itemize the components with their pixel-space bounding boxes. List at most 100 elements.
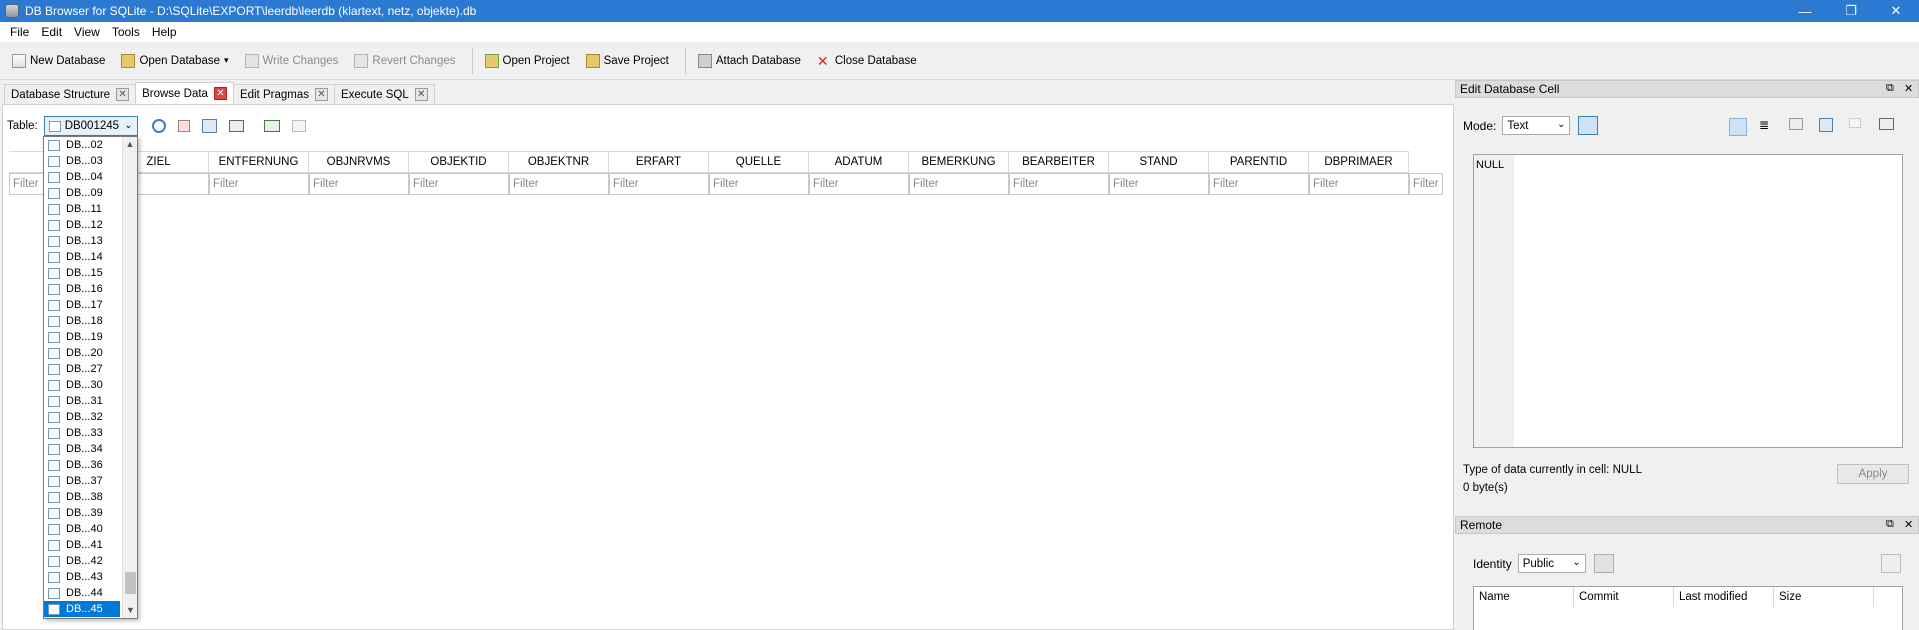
import-icon[interactable] <box>1789 118 1803 130</box>
table-dropdown-item[interactable]: DB...39 <box>44 505 120 521</box>
filter-input[interactable]: Filter <box>909 173 1009 195</box>
float-dock-icon[interactable]: ⧉ <box>1886 82 1894 95</box>
close-tab-icon[interactable]: ✕ <box>213 87 227 100</box>
new-database-button[interactable]: New Database <box>6 49 111 73</box>
remote-column-header[interactable]: Name <box>1474 587 1574 607</box>
identity-select[interactable]: Public ⌄ <box>1517 554 1586 573</box>
close-dock-icon[interactable]: ✕ <box>1904 82 1913 95</box>
close-tab-icon[interactable]: ✕ <box>414 88 428 101</box>
scrollbar-thumb[interactable] <box>125 572 136 594</box>
table-dropdown-item[interactable]: DB...27 <box>44 361 120 377</box>
table-dropdown-item[interactable]: DB...38 <box>44 489 120 505</box>
column-header[interactable]: ERFART <box>609 151 709 173</box>
float-dock-icon[interactable]: ⧉ <box>1886 518 1894 531</box>
menu-help[interactable]: Help <box>146 25 183 39</box>
minimize-button[interactable]: — <box>1782 0 1828 22</box>
table-dropdown-item[interactable]: DB...34 <box>44 441 120 457</box>
column-header[interactable]: PARENTID <box>1209 151 1309 173</box>
filter-input[interactable]: Filter <box>209 173 309 195</box>
column-header[interactable]: STAND <box>1109 151 1209 173</box>
table-dropdown-item[interactable]: DB...43 <box>44 569 120 585</box>
tab-execute-sql[interactable]: Execute SQL ✕ <box>333 84 435 104</box>
table-dropdown-item[interactable]: DB...41 <box>44 537 120 553</box>
table-dropdown-item[interactable]: DB...33 <box>44 425 120 441</box>
table-dropdown-item[interactable]: DB...11 <box>44 201 120 217</box>
save-project-button[interactable]: Save Project <box>580 49 675 73</box>
table-dropdown-item[interactable]: DB...45 <box>44 601 120 617</box>
open-database-dropdown-icon[interactable]: ▾ <box>224 55 229 66</box>
filter-input[interactable]: Filter <box>309 173 409 195</box>
menu-file[interactable]: File <box>4 25 35 39</box>
dropdown-scrollbar[interactable]: ▲ ▼ <box>122 137 137 618</box>
table-dropdown-item[interactable]: DB...02 <box>44 137 120 153</box>
scroll-up-icon[interactable]: ▲ <box>123 137 137 152</box>
table-dropdown-item[interactable]: DB...40 <box>44 521 120 537</box>
remote-column-header[interactable]: Size <box>1774 587 1874 607</box>
filter-input[interactable]: Filter <box>709 173 809 195</box>
table-dropdown-item[interactable]: DB...14 <box>44 249 120 265</box>
write-changes-button[interactable]: Write Changes <box>239 49 345 73</box>
column-header[interactable]: BEARBEITER <box>1009 151 1109 173</box>
table-dropdown-item[interactable]: DB...36 <box>44 457 120 473</box>
table-dropdown-item[interactable]: DB...30 <box>44 377 120 393</box>
table-dropdown-item[interactable]: DB...04 <box>44 169 120 185</box>
column-header[interactable]: OBJNRVMS <box>309 151 409 173</box>
remote-column-header[interactable]: Commit <box>1574 587 1674 607</box>
menu-view[interactable]: View <box>68 25 106 39</box>
menu-tools[interactable]: Tools <box>106 25 146 39</box>
table-dropdown-item[interactable]: DB...32 <box>44 409 120 425</box>
table-dropdown-item[interactable]: DB...09 <box>44 185 120 201</box>
push-icon[interactable] <box>1881 554 1901 573</box>
menu-edit[interactable]: Edit <box>35 25 68 39</box>
tab-edit-pragmas[interactable]: Edit Pragmas ✕ <box>232 84 335 104</box>
open-database-button[interactable]: Open Database ▾ <box>115 49 234 73</box>
table-dropdown-item[interactable]: DB...44 <box>44 585 120 601</box>
tab-browse-data[interactable]: Browse Data ✕ <box>135 82 234 104</box>
table-dropdown-item[interactable]: DB...20 <box>44 345 120 361</box>
filter-input[interactable]: Filter <box>1009 173 1109 195</box>
filter-input[interactable]: Filter <box>609 173 709 195</box>
column-header[interactable]: ADATUM <box>809 151 909 173</box>
delete-record-icon[interactable] <box>291 120 306 132</box>
table-dropdown-item[interactable]: DB...15 <box>44 265 120 281</box>
column-header[interactable]: DBPRIMAER <box>1309 151 1409 173</box>
filter-input[interactable]: Filter <box>1409 173 1443 195</box>
export-icon[interactable] <box>1819 118 1833 132</box>
open-project-button[interactable]: Open Project <box>479 49 576 73</box>
column-header[interactable]: OBJEKTID <box>409 151 509 173</box>
attach-database-button[interactable]: Attach Database <box>692 49 807 73</box>
print-icon[interactable] <box>228 120 244 132</box>
clear-filters-icon[interactable] <box>177 120 190 132</box>
filter-input[interactable]: Filter <box>1109 173 1209 195</box>
revert-changes-button[interactable]: Revert Changes <box>348 49 461 73</box>
insert-record-icon[interactable] <box>263 120 280 132</box>
filter-input[interactable]: Filter <box>409 173 509 195</box>
close-tab-icon[interactable]: ✕ <box>314 88 328 101</box>
mode-select[interactable]: Text ⌄ <box>1502 116 1571 135</box>
table-dropdown-item[interactable]: DB...12 <box>44 217 120 233</box>
scroll-down-icon[interactable]: ▼ <box>123 603 138 618</box>
cell-editor[interactable]: NULL <box>1473 154 1903 448</box>
column-header[interactable]: ENTFERNUNG <box>209 151 309 173</box>
filter-input[interactable]: Filter <box>809 173 909 195</box>
restore-button[interactable]: ❐ <box>1828 0 1874 22</box>
auto-format-icon[interactable]: ≣ <box>1759 118 1777 136</box>
column-header[interactable]: BEMERKUNG <box>909 151 1009 173</box>
tab-database-structure[interactable]: Database Structure ✕ <box>4 84 137 104</box>
print-icon[interactable] <box>1879 118 1894 130</box>
filter-input[interactable]: Filter <box>509 173 609 195</box>
close-dock-icon[interactable]: ✕ <box>1904 518 1913 531</box>
table-dropdown-item[interactable]: DB...18 <box>44 313 120 329</box>
save-table-icon[interactable] <box>201 119 217 133</box>
table-dropdown-item[interactable]: DB...17 <box>44 297 120 313</box>
apply-button[interactable]: Apply <box>1837 464 1909 484</box>
table-dropdown-item[interactable]: DB...16 <box>44 281 120 297</box>
close-tab-icon[interactable]: ✕ <box>116 88 130 101</box>
table-dropdown-item[interactable]: DB...19 <box>44 329 120 345</box>
remote-column-header[interactable]: Last modified <box>1674 587 1774 607</box>
filter-input[interactable]: Filter <box>1209 173 1309 195</box>
table-dropdown-item[interactable]: DB...37 <box>44 473 120 489</box>
table-dropdown-item[interactable]: DB...42 <box>44 553 120 569</box>
table-dropdown-item[interactable]: DB...31 <box>44 393 120 409</box>
filter-input[interactable]: Filter <box>1309 173 1409 195</box>
